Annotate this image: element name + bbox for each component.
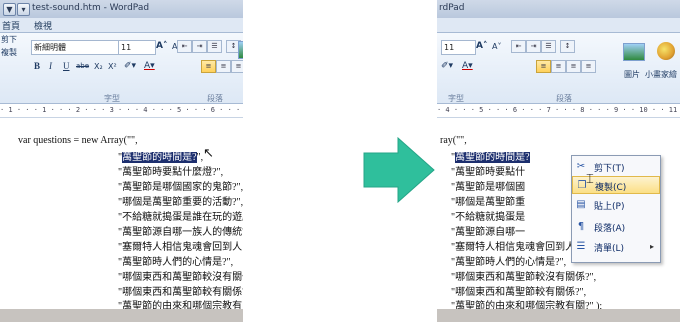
selected-line: "萬聖節的時間是?", — [118, 152, 204, 163]
code-line: "哪個東西和萬聖節較沒有關係?", — [118, 272, 243, 283]
code-line: "哪個是萬聖節重 — [451, 197, 526, 208]
shrink-font-button[interactable]: A˅ — [492, 40, 501, 53]
increase-indent-icon[interactable]: ⇥ — [526, 40, 541, 53]
decrease-indent-icon[interactable]: ⇤ — [511, 40, 526, 53]
font-name-select[interactable]: 新細明體 — [31, 40, 119, 55]
italic-button[interactable]: I — [49, 60, 52, 73]
right-arrow-icon — [363, 137, 435, 203]
code-line-first: var questions = new Array("", — [18, 135, 138, 146]
highlight-color-button[interactable]: ✐▾ — [441, 60, 453, 73]
increase-indent-icon[interactable]: ⇥ — [192, 40, 207, 53]
ribbon-tabs: 首頁 檢視 — [0, 18, 243, 33]
font-size-select[interactable]: 11 — [441, 40, 476, 55]
tab-view[interactable]: 檢視 — [34, 19, 52, 32]
title-bar: ▼ ▾ test-sound.htm - WordPad — [0, 0, 243, 18]
paragraph-group-label: 段落 — [556, 94, 572, 103]
paste-icon: ▤ — [576, 199, 586, 210]
align-left-icon[interactable]: ≡ — [536, 60, 551, 73]
code-line: "哪個東西和萬聖節較沒有關係?", — [451, 272, 597, 283]
ruler: · 4 · · · 5 · · · 6 · · · 7 · · · 8 · · … — [437, 104, 680, 118]
superscript-button[interactable]: X² — [108, 60, 117, 73]
wordpad-window-left: ▼ ▾ test-sound.htm - WordPad 首頁 檢視 剪下 複製… — [0, 0, 243, 322]
mouse-cursor-icon: ⌶ — [586, 172, 594, 187]
grow-font-button[interactable]: A˄ — [476, 40, 487, 53]
decrease-indent-icon[interactable]: ⇤ — [177, 40, 192, 53]
title-bar: rdPad — [437, 0, 680, 18]
bold-button[interactable]: B — [34, 60, 40, 73]
paragraph-group-label: 段落 — [207, 94, 223, 103]
list-icon: ☰ — [576, 241, 586, 252]
context-menu-item-list[interactable]: ☰ 清單(L) ▸ — [572, 238, 660, 256]
code-line: "萬聖節源自哪一族人的傳統?", — [118, 227, 243, 238]
code-line: "萬聖節源自哪一 — [451, 227, 526, 238]
status-bar — [437, 309, 680, 322]
picture-icon[interactable] — [623, 43, 645, 61]
cut-button-partial[interactable]: 剪下 — [1, 33, 17, 46]
picture-button-label[interactable]: 圖片 — [624, 69, 640, 80]
context-menu: ✂ 剪下(T) ❐ 複製(C) ▤ 貼上(P) ¶ 段落(A) ☰ 清單(L) … — [571, 155, 661, 263]
subscript-button[interactable]: X₂ — [94, 60, 103, 73]
code-line: "萬聖節時要點什 — [451, 167, 526, 178]
ruler: · 1 · · · 1 · · · 2 · · · 3 · · · 4 · · … — [0, 104, 243, 118]
align-center-icon[interactable]: ≡ — [551, 60, 566, 73]
ribbon: 11 A˄ A˅ ✐▾ A▾ ⇤ ⇥ ☰ ↕ ≡ ≡ ≡ ≡ 圖片 小畫家繪 字… — [437, 33, 680, 104]
strikethrough-button[interactable]: abe — [76, 60, 89, 73]
bullets-icon[interactable]: ☰ — [541, 40, 556, 53]
line-spacing-icon[interactable]: ↕ — [560, 40, 575, 53]
code-line: "哪個東西和萬聖節較有關係?", — [118, 287, 243, 298]
document-area[interactable]: var questions = new Array("", "萬聖節的時間是?"… — [0, 118, 243, 312]
bullets-icon[interactable]: ☰ — [207, 40, 222, 53]
paint-icon[interactable] — [657, 42, 675, 60]
text-selection: 萬聖節的時間是? — [122, 152, 197, 163]
picture-icon[interactable] — [238, 41, 243, 59]
grow-font-button[interactable]: A˄ — [156, 40, 167, 53]
quick-access-icon[interactable]: ▾ — [17, 3, 30, 16]
paint-button-label[interactable]: 小畫家繪 — [645, 69, 677, 80]
font-group-label: 字型 — [104, 94, 120, 103]
ribbon: 剪下 複製 新細明體 11 A˄ A˅ B I U abe X₂ X² ✐▾ A… — [0, 33, 243, 104]
context-menu-item-paste[interactable]: ▤ 貼上(P) — [572, 196, 660, 214]
code-line: "塞爾特人相信鬼魂會回到人間,所以?", — [118, 242, 243, 253]
code-line: "萬聖節時人們的心情是?", — [118, 257, 234, 268]
mouse-cursor-icon: ↖ — [203, 146, 214, 161]
align-right-icon[interactable]: ≡ — [566, 60, 581, 73]
window-title: test-sound.htm - WordPad — [32, 3, 150, 13]
code-line: "萬聖節是哪個國家的鬼節?", — [118, 182, 243, 193]
font-color-button[interactable]: A▾ — [144, 60, 155, 73]
code-line: "哪個東西和萬聖節較有關係?", — [451, 287, 587, 298]
context-menu-item-paragraph[interactable]: ¶ 段落(A) — [572, 218, 660, 236]
code-line-first: ray("", — [440, 135, 467, 146]
align-right-icon[interactable]: ≡ — [231, 60, 243, 73]
paragraph-icon: ¶ — [577, 221, 585, 232]
font-size-select[interactable]: 11 — [118, 40, 156, 55]
underline-button[interactable]: U — [63, 60, 70, 73]
code-line: "萬聖節時要點什麼燈?", — [118, 167, 224, 178]
code-line: "不給糖就搗蛋是 — [451, 212, 526, 223]
selected-line: "萬聖節的時間是? — [451, 152, 530, 163]
font-color-button[interactable]: A▾ — [462, 60, 473, 73]
submenu-arrow-icon: ▸ — [649, 242, 654, 251]
align-center-icon[interactable]: ≡ — [216, 60, 231, 73]
code-line: "萬聖節是哪個國 — [451, 182, 526, 193]
text-selection: 萬聖節的時間是? — [455, 152, 530, 163]
ribbon-tabs — [437, 18, 680, 33]
tab-home[interactable]: 首頁 — [2, 19, 20, 32]
font-group-label: 字型 — [448, 94, 464, 103]
code-line: "萬聖節時人們的心情是?", — [451, 257, 567, 268]
app-menu-icon[interactable]: ▼ — [3, 3, 16, 16]
copy-button-partial[interactable]: 複製 — [1, 46, 17, 59]
justify-icon[interactable]: ≡ — [581, 60, 596, 73]
code-line: "哪個是萬聖節重要的活動?", — [118, 197, 243, 208]
status-bar — [0, 309, 243, 322]
window-title: rdPad — [439, 3, 465, 13]
align-left-icon[interactable]: ≡ — [201, 60, 216, 73]
code-line: "不給糖就搗蛋是誰在玩的遊戲?", — [118, 212, 243, 223]
highlight-color-button[interactable]: ✐▾ — [124, 60, 136, 73]
